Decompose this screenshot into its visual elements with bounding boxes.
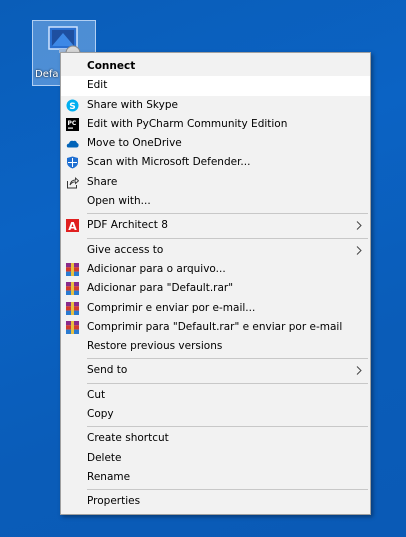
pdf-architect-icon: A [66,219,79,233]
menu-item-label: Open with... [87,195,151,208]
menu-item-label: Copy [87,408,114,421]
skype-icon: S [66,99,79,112]
menu-separator [87,489,368,491]
context-menu: Connect Edit S Share with Skype PC Edit … [60,52,371,515]
menu-item-label: Connect [87,60,136,72]
winrar-icon [66,320,79,334]
menu-item-rename[interactable]: Rename [61,468,370,487]
menu-separator [87,213,368,215]
menu-item-move-onedrive[interactable]: Move to OneDrive [61,134,370,153]
pycharm-icon: PC [66,117,79,131]
menu-separator [87,426,368,428]
menu-item-label: Send to [87,364,128,377]
menu-separator [87,382,368,384]
menu-item-label: Comprimir para "Default.rar" e enviar po… [87,320,343,333]
menu-item-connect[interactable]: Connect [61,57,370,76]
menu-item-label: PDF Architect 8 [87,219,168,232]
defender-shield-icon [67,156,78,169]
menu-item-pdf-architect[interactable]: A PDF Architect 8 [61,216,370,235]
menu-item-label: Scan with Microsoft Defender... [87,156,251,169]
menu-item-label: Share with Skype [87,98,178,111]
menu-separator [87,358,368,360]
menu-item-label: Share [87,175,118,188]
menu-item-label: Cut [87,388,106,401]
chevron-right-icon [356,366,362,376]
menu-item-share-skype[interactable]: S Share with Skype [61,96,370,115]
menu-item-label: Properties [87,495,141,508]
winrar-icon [66,282,79,296]
desktop-icon-label: Defa [35,69,59,80]
menu-item-label: Give access to [87,243,164,256]
menu-item-copy[interactable]: Copy [61,405,370,424]
menu-item-send-to[interactable]: Send to [61,361,370,380]
menu-item-label: Create shortcut [87,432,169,445]
menu-item-label: Edit with PyCharm Community Edition [87,117,288,130]
menu-item-label: Restore previous versions [87,340,223,353]
menu-item-add-archive[interactable]: Adicionar para o arquivo... [61,260,370,279]
menu-item-edit[interactable]: Edit [61,76,370,96]
menu-item-label: Comprimir e enviar por e-mail... [87,301,256,314]
menu-item-open-with[interactable]: Open with... [61,192,370,211]
menu-item-label: Adicionar para o arquivo... [87,262,226,275]
onedrive-icon [66,140,79,148]
menu-item-label: Delete [87,451,122,464]
menu-item-scan-defender[interactable]: Scan with Microsoft Defender... [61,153,370,172]
menu-separator [87,237,368,239]
svg-text:S: S [69,102,75,112]
menu-item-give-access[interactable]: Give access to [61,241,370,260]
menu-item-edit-pycharm[interactable]: PC Edit with PyCharm Community Edition [61,115,370,134]
menu-item-label: Adicionar para "Default.rar" [87,282,234,295]
menu-item-label: Move to OneDrive [87,137,182,150]
svg-text:A: A [68,220,77,232]
winrar-icon [66,262,79,276]
menu-item-properties[interactable]: Properties [61,492,370,511]
menu-item-compress-default-email[interactable]: Comprimir para "Default.rar" e enviar po… [61,318,370,337]
menu-item-compress-email[interactable]: Comprimir e enviar por e-mail... [61,299,370,318]
share-icon [67,176,79,189]
chevron-right-icon [356,221,362,231]
menu-item-cut[interactable]: Cut [61,386,370,405]
winrar-icon [66,301,79,315]
menu-item-label: Rename [87,470,131,483]
menu-item-label: Edit [87,79,108,92]
menu-item-share[interactable]: Share [61,173,370,192]
chevron-right-icon [356,245,362,255]
svg-text:PC: PC [68,120,77,127]
menu-item-create-shortcut[interactable]: Create shortcut [61,429,370,448]
menu-item-restore-versions[interactable]: Restore previous versions [61,337,370,356]
menu-item-add-default-rar[interactable]: Adicionar para "Default.rar" [61,279,370,298]
menu-item-delete[interactable]: Delete [61,449,370,468]
